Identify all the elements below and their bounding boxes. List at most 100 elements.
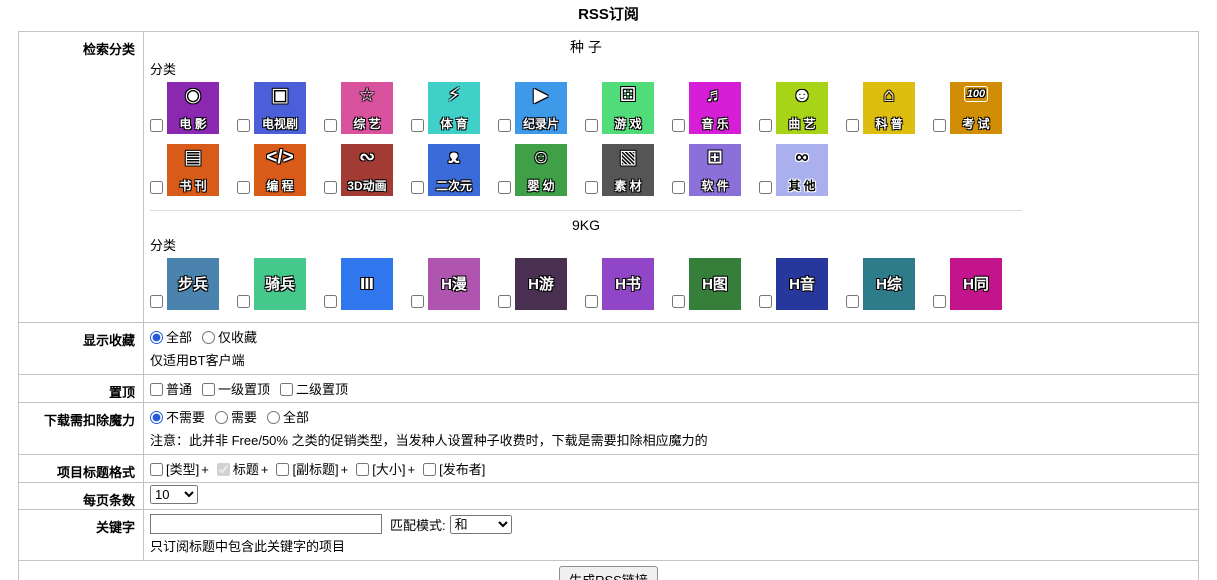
category-checkbox-roman-iii[interactable] — [324, 295, 337, 308]
h-comic-icon[interactable]: H漫 — [428, 258, 480, 310]
category-checkbox-baby[interactable] — [498, 181, 511, 194]
documentary-icon[interactable]: ▶纪录片 — [515, 82, 567, 134]
h-game-icon[interactable]: H游 — [515, 258, 567, 310]
category-item-material[interactable]: ▧素 材 — [585, 144, 672, 196]
favorite-radio-1[interactable] — [202, 331, 215, 344]
infantry-icon[interactable]: 步兵 — [167, 258, 219, 310]
category-item-h-image[interactable]: H图 — [672, 258, 759, 310]
science-icon[interactable]: ⌂科 普 — [863, 82, 915, 134]
title-format-option-2[interactable]: [副标题] — [276, 462, 338, 477]
books-icon[interactable]: ▤书 刊 — [167, 144, 219, 196]
category-item-h-misc[interactable]: H综 — [846, 258, 933, 310]
category-item-baby[interactable]: ☺婴 幼 — [498, 144, 585, 196]
category-item-sports[interactable]: ⚡体 育 — [411, 82, 498, 134]
top-option-2[interactable]: 二级置顶 — [280, 382, 348, 397]
bonus-option-2[interactable]: 全部 — [267, 410, 309, 425]
bonus-option-1[interactable]: 需要 — [215, 410, 257, 425]
bonus-radio-2[interactable] — [267, 411, 280, 424]
top-option-0[interactable]: 普通 — [150, 382, 192, 397]
keyword-input[interactable] — [150, 514, 382, 534]
other-icon[interactable]: ∞其 他 — [776, 144, 828, 196]
category-item-movie[interactable]: ◉电 影 — [150, 82, 237, 134]
anime-2d-icon[interactable]: ᴥ二次元 — [428, 144, 480, 196]
h-misc-icon[interactable]: H综 — [863, 258, 915, 310]
3d-animation-icon[interactable]: ∾3D动画 — [341, 144, 393, 196]
favorite-radio-0[interactable] — [150, 331, 163, 344]
h-image-icon[interactable]: H图 — [689, 258, 741, 310]
title-format-option-4[interactable]: [发布者] — [423, 462, 485, 477]
title-format-checkbox-0[interactable] — [150, 463, 163, 476]
material-icon[interactable]: ▧素 材 — [602, 144, 654, 196]
title-format-option-3[interactable]: [大小] — [356, 462, 405, 477]
category-checkbox-cavalry[interactable] — [237, 295, 250, 308]
category-checkbox-anime-2d[interactable] — [411, 181, 424, 194]
sports-icon[interactable]: ⚡体 育 — [428, 82, 480, 134]
title-format-option-1[interactable]: 标题 — [217, 462, 259, 477]
h-doujin-icon[interactable]: H同 — [950, 258, 1002, 310]
category-checkbox-science[interactable] — [846, 119, 859, 132]
category-checkbox-books[interactable] — [150, 181, 163, 194]
tv-series-icon[interactable]: ▣电视剧 — [254, 82, 306, 134]
category-checkbox-h-misc[interactable] — [846, 295, 859, 308]
top-checkbox-1[interactable] — [202, 383, 215, 396]
category-checkbox-h-book[interactable] — [585, 295, 598, 308]
category-item-software[interactable]: ⊞软 件 — [672, 144, 759, 196]
category-item-books[interactable]: ▤书 刊 — [150, 144, 237, 196]
title-format-checkbox-3[interactable] — [356, 463, 369, 476]
category-item-game[interactable]: ⚄游 戏 — [585, 82, 672, 134]
software-icon[interactable]: ⊞软 件 — [689, 144, 741, 196]
match-mode-select[interactable]: 和 — [450, 515, 512, 534]
bonus-radio-0[interactable] — [150, 411, 163, 424]
category-checkbox-exam[interactable] — [933, 119, 946, 132]
category-item-variety-show[interactable]: ☆综 艺 — [324, 82, 411, 134]
top-option-1[interactable]: 一级置顶 — [202, 382, 270, 397]
category-item-programming[interactable]: </>编 程 — [237, 144, 324, 196]
category-checkbox-programming[interactable] — [237, 181, 250, 194]
title-format-checkbox-4[interactable] — [423, 463, 436, 476]
category-checkbox-h-audio[interactable] — [759, 295, 772, 308]
top-checkbox-2[interactable] — [280, 383, 293, 396]
category-item-anime-2d[interactable]: ᴥ二次元 — [411, 144, 498, 196]
favorite-option-1[interactable]: 仅收藏 — [202, 330, 257, 345]
category-checkbox-other[interactable] — [759, 181, 772, 194]
per-page-select[interactable]: 10 — [150, 485, 198, 504]
category-checkbox-h-game[interactable] — [498, 295, 511, 308]
category-checkbox-quyi-opera[interactable] — [759, 119, 772, 132]
category-item-tv-series[interactable]: ▣电视剧 — [237, 82, 324, 134]
category-item-science[interactable]: ⌂科 普 — [846, 82, 933, 134]
category-item-cavalry[interactable]: 骑兵 — [237, 258, 324, 310]
category-checkbox-h-comic[interactable] — [411, 295, 424, 308]
title-format-option-0[interactable]: [类型] — [150, 462, 199, 477]
category-checkbox-variety-show[interactable] — [324, 119, 337, 132]
category-checkbox-movie[interactable] — [150, 119, 163, 132]
category-item-infantry[interactable]: 步兵 — [150, 258, 237, 310]
category-checkbox-h-doujin[interactable] — [933, 295, 946, 308]
exam-icon[interactable]: 100考 试 — [950, 82, 1002, 134]
game-icon[interactable]: ⚄游 戏 — [602, 82, 654, 134]
baby-icon[interactable]: ☺婴 幼 — [515, 144, 567, 196]
category-item-roman-iii[interactable]: Ⅲ — [324, 258, 411, 310]
programming-icon[interactable]: </>编 程 — [254, 144, 306, 196]
movie-icon[interactable]: ◉电 影 — [167, 82, 219, 134]
category-item-other[interactable]: ∞其 他 — [759, 144, 846, 196]
category-checkbox-material[interactable] — [585, 181, 598, 194]
bonus-option-0[interactable]: 不需要 — [150, 410, 205, 425]
category-checkbox-sports[interactable] — [411, 119, 424, 132]
category-checkbox-software[interactable] — [672, 181, 685, 194]
category-checkbox-documentary[interactable] — [498, 119, 511, 132]
h-audio-icon[interactable]: H音 — [776, 258, 828, 310]
category-item-h-audio[interactable]: H音 — [759, 258, 846, 310]
category-item-h-doujin[interactable]: H同 — [933, 258, 1020, 310]
category-checkbox-infantry[interactable] — [150, 295, 163, 308]
category-item-documentary[interactable]: ▶纪录片 — [498, 82, 585, 134]
category-checkbox-game[interactable] — [585, 119, 598, 132]
cavalry-icon[interactable]: 骑兵 — [254, 258, 306, 310]
roman-iii-icon[interactable]: Ⅲ — [341, 258, 393, 310]
category-checkbox-3d-animation[interactable] — [324, 181, 337, 194]
title-format-checkbox-2[interactable] — [276, 463, 289, 476]
category-item-quyi-opera[interactable]: ☻曲 艺 — [759, 82, 846, 134]
generate-rss-button[interactable]: 生成RSS链接 — [559, 566, 658, 580]
top-checkbox-0[interactable] — [150, 383, 163, 396]
quyi-opera-icon[interactable]: ☻曲 艺 — [776, 82, 828, 134]
category-item-h-game[interactable]: H游 — [498, 258, 585, 310]
